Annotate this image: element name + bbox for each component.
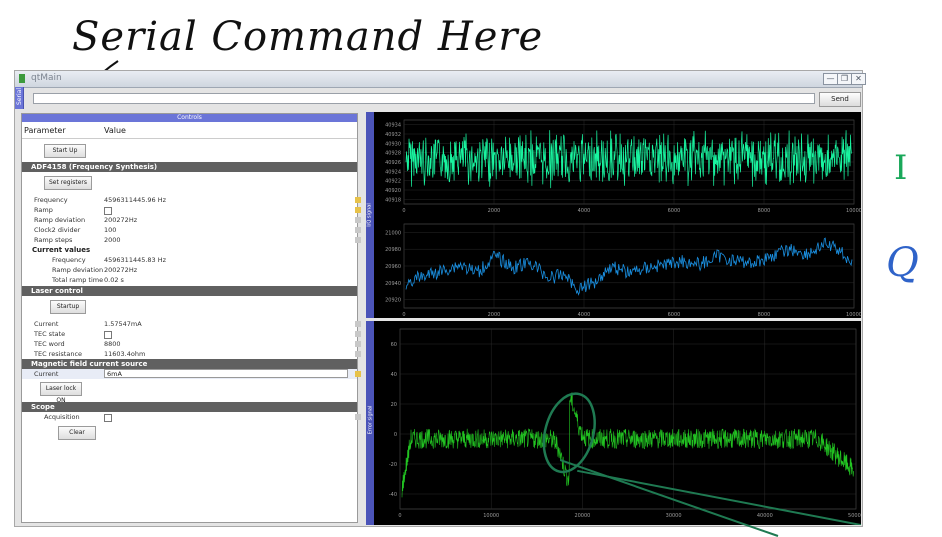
row-ramp-steps: Ramp steps 2000	[22, 235, 361, 245]
row-ramp-deviation: Ramp deviation 200272Hz	[22, 215, 361, 225]
current-values-group[interactable]: Current values	[22, 245, 357, 255]
i-plot-ytick: 40918	[385, 197, 401, 203]
error-plot-ytick: 60	[391, 342, 397, 348]
ramp-checkbox[interactable]	[104, 207, 112, 215]
row-magnetic-current: Current 6mA	[22, 369, 361, 379]
title-bar: qtMain — ❐ ✕	[15, 71, 866, 88]
edit-icon[interactable]	[355, 341, 361, 347]
tec-state-checkbox[interactable]	[104, 331, 112, 339]
row-clock2-divider: Clock2 divider 100	[22, 225, 361, 235]
error-plot-xtick: 0	[398, 513, 401, 519]
error-plot-xtick: 10000	[483, 513, 499, 519]
i-plot-xtick: 6000	[668, 208, 681, 214]
i-plot-ytick: 40922	[385, 179, 401, 185]
edit-icon[interactable]	[355, 237, 361, 243]
i-plot-ytick: 40932	[385, 132, 401, 138]
edit-icon[interactable]	[355, 371, 361, 377]
q-plot-ytick: 20980	[385, 247, 401, 253]
close-icon[interactable]: ✕	[851, 73, 866, 85]
q-plot-xtick: 10000	[846, 312, 861, 318]
q-plot-ytick: 20920	[385, 298, 401, 304]
section-adf4158[interactable]: ADF4158 (Frequency Synthesis)	[22, 162, 357, 172]
controls-panel: Controls Parameter Value Start Up ADF415…	[21, 113, 361, 523]
laser-startup-button[interactable]: Startup	[50, 300, 86, 314]
edit-icon[interactable]	[355, 227, 361, 233]
set-registers-button[interactable]: Set registers	[44, 176, 92, 190]
i-plot-ytick: 40926	[385, 160, 401, 166]
i-plot-xtick: 2000	[488, 208, 501, 214]
laser-lock-button[interactable]: Laser lock ON	[40, 382, 82, 404]
error-plot-ytick: 40	[391, 372, 397, 378]
send-button[interactable]: Send	[819, 92, 861, 107]
clear-button[interactable]: Clear	[58, 426, 96, 440]
row-tec-resistance: TEC resistance 11603.4ohm	[22, 349, 361, 359]
edit-icon[interactable]	[355, 351, 361, 357]
row-current-ramp-deviation: Ramp deviation 200272Hz	[52, 266, 138, 274]
i-plot-xtick: 8000	[758, 208, 771, 214]
section-magnetic-field[interactable]: Magnetic field current source	[22, 359, 357, 369]
serial-dock-tab[interactable]: Serial	[15, 87, 24, 109]
q-plot-ytick: 20940	[385, 281, 401, 287]
annotation-q-label: Q	[886, 240, 919, 286]
edit-icon[interactable]	[355, 197, 361, 203]
serial-command-input[interactable]	[33, 93, 815, 104]
edit-icon[interactable]	[355, 321, 361, 327]
row-ramp: Ramp	[22, 205, 361, 215]
iq-plot-panel: I/Q signal 40934 40932 40930 40928 40926 4092…	[366, 112, 861, 318]
section-laser-control[interactable]: Laser control	[22, 286, 357, 296]
acquisition-checkbox[interactable]	[104, 414, 112, 422]
iq-dock-tab[interactable]: I/Q signal	[366, 112, 374, 318]
annotation-i-label: I	[894, 148, 908, 188]
q-plot-xtick: 6000	[668, 312, 681, 318]
section-scope[interactable]: Scope	[22, 402, 357, 412]
error-plot-ytick: 0	[394, 432, 397, 438]
minimize-icon[interactable]: —	[823, 73, 838, 85]
i-plot-ytick: 40920	[385, 188, 401, 194]
row-frequency: Frequency 4596311445.96 Hz	[22, 195, 361, 205]
i-plot-ytick: 40924	[385, 169, 401, 175]
row-total-ramp-time: Total ramp time 0.02 s	[52, 276, 124, 284]
window-title: qtMain	[31, 73, 62, 83]
q-plot-ytick: 21000	[385, 230, 401, 236]
edit-icon[interactable]	[355, 217, 361, 223]
edit-icon[interactable]	[355, 331, 361, 337]
i-plot-xtick: 10000	[846, 208, 861, 214]
error-dock-tab[interactable]: Error signal	[366, 321, 374, 525]
i-plot-ytick: 40928	[385, 151, 401, 157]
edit-icon[interactable]	[355, 414, 361, 420]
q-plot-xtick: 4000	[578, 312, 591, 318]
row-laser-current: Current 1.57547mA	[22, 319, 361, 329]
q-signal-trace	[405, 237, 853, 296]
i-plot-xtick: 4000	[578, 208, 591, 214]
i-plot-ytick: 40934	[385, 123, 401, 129]
value-column-header: Value	[104, 126, 126, 135]
i-plot-ytick: 40930	[385, 141, 401, 147]
annotation-arrow-error	[560, 459, 779, 537]
q-plot-ytick: 20960	[385, 264, 401, 270]
q-plot-xtick: 0	[402, 312, 405, 318]
table-header: Parameter Value	[22, 124, 357, 139]
row-tec-state: TEC state	[22, 329, 361, 339]
startup-button[interactable]: Start Up	[44, 144, 86, 158]
q-plot-xtick: 8000	[758, 312, 771, 318]
row-tec-word: TEC word 8800	[22, 339, 361, 349]
parameter-column-header: Parameter	[24, 126, 66, 135]
restore-icon[interactable]: ❐	[837, 73, 852, 85]
i-signal-trace	[405, 130, 852, 189]
annotation-serial-command: Serial Command Here	[72, 14, 544, 60]
controls-header: Controls	[22, 114, 357, 122]
i-plot-xtick: 0	[402, 208, 405, 214]
row-acquisition: Acquisition	[22, 412, 361, 422]
iq-plots: 40934 40932 40930 40928 40926 40924 40922 40920…	[385, 119, 861, 318]
error-plot-ytick: -20	[389, 462, 397, 468]
current-select[interactable]: 6mA	[104, 369, 348, 378]
q-plot-xtick: 2000	[488, 312, 501, 318]
edit-icon[interactable]	[355, 207, 361, 213]
row-current-frequency: Frequency 4596311445.83 Hz	[52, 256, 167, 264]
error-plot-ytick: -40	[389, 492, 397, 498]
error-plot-ytick: 20	[391, 402, 397, 408]
app-icon	[19, 74, 25, 83]
error-plot-xtick: 50000	[848, 513, 861, 519]
